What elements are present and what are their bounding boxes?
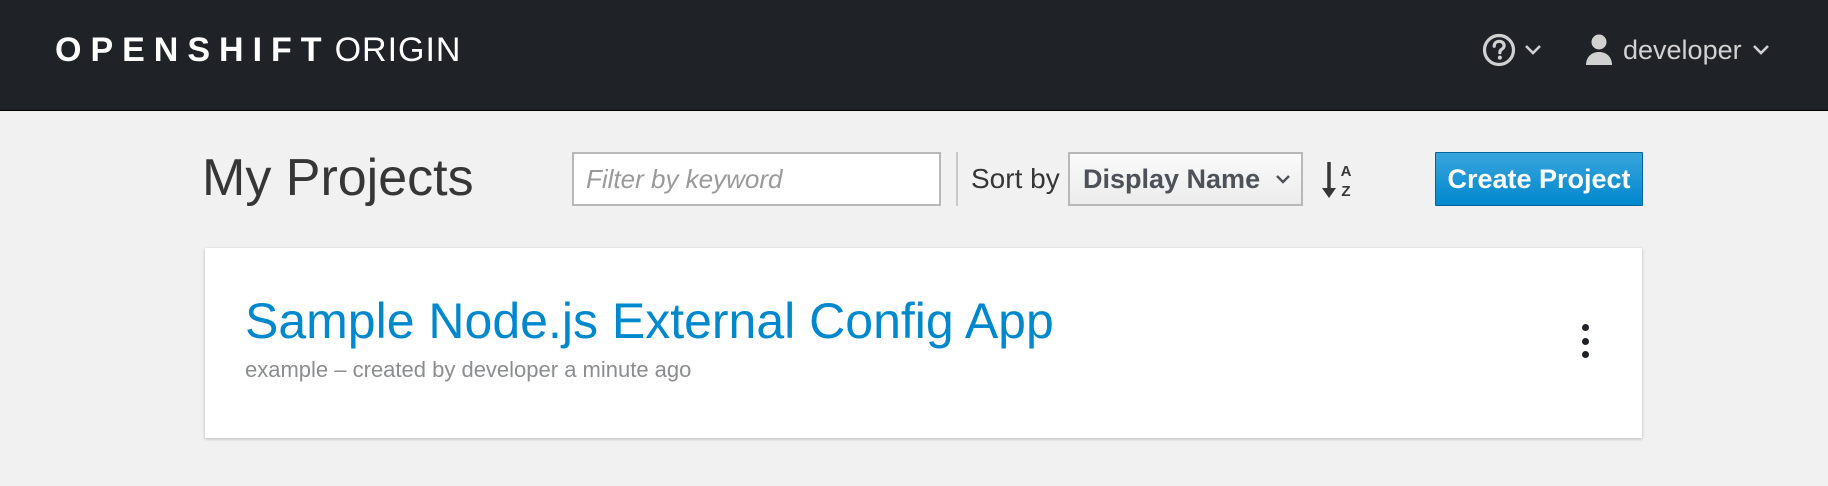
username-label: developer — [1623, 34, 1742, 65]
brand-edition: ORIGIN — [334, 31, 462, 69]
top-navbar: OPENSHIFT ORIGIN developer — [0, 0, 1828, 111]
chevron-down-icon — [1525, 45, 1541, 55]
sort-field-dropdown[interactable]: Display Name — [1068, 152, 1303, 206]
sort-alpha-asc-icon[interactable]: A Z — [1322, 160, 1358, 200]
svg-text:Z: Z — [1341, 183, 1350, 200]
svg-text:A: A — [1341, 163, 1352, 180]
kebab-dot — [1581, 324, 1589, 331]
project-meta: example – created by developer a minute … — [245, 357, 692, 382]
sort-by-label: Sort by — [971, 163, 1060, 194]
user-menu-toggle[interactable]: developer — [1585, 30, 1770, 70]
question-circle-icon — [1482, 33, 1516, 67]
chevron-down-icon — [1752, 45, 1769, 55]
filter-keyword-input[interactable] — [572, 152, 941, 206]
kebab-dot — [1581, 337, 1589, 345]
project-actions-kebab-icon[interactable] — [1577, 324, 1593, 358]
kebab-dot — [1581, 351, 1589, 358]
create-project-button[interactable]: Create Project — [1435, 152, 1643, 206]
user-icon — [1586, 34, 1612, 65]
toolbar-divider — [956, 152, 958, 206]
brand-name: OPENSHIFT — [55, 31, 331, 69]
sort-field-value: Display Name — [1083, 163, 1261, 194]
project-card: Sample Node.js External Config App examp… — [205, 248, 1642, 438]
brand-logo[interactable]: OPENSHIFT ORIGIN — [55, 30, 461, 70]
chevron-down-icon — [1276, 175, 1290, 184]
help-menu-toggle[interactable] — [1482, 30, 1542, 70]
page-title: My Projects — [202, 149, 474, 207]
project-title-link[interactable]: Sample Node.js External Config App — [245, 292, 1054, 350]
